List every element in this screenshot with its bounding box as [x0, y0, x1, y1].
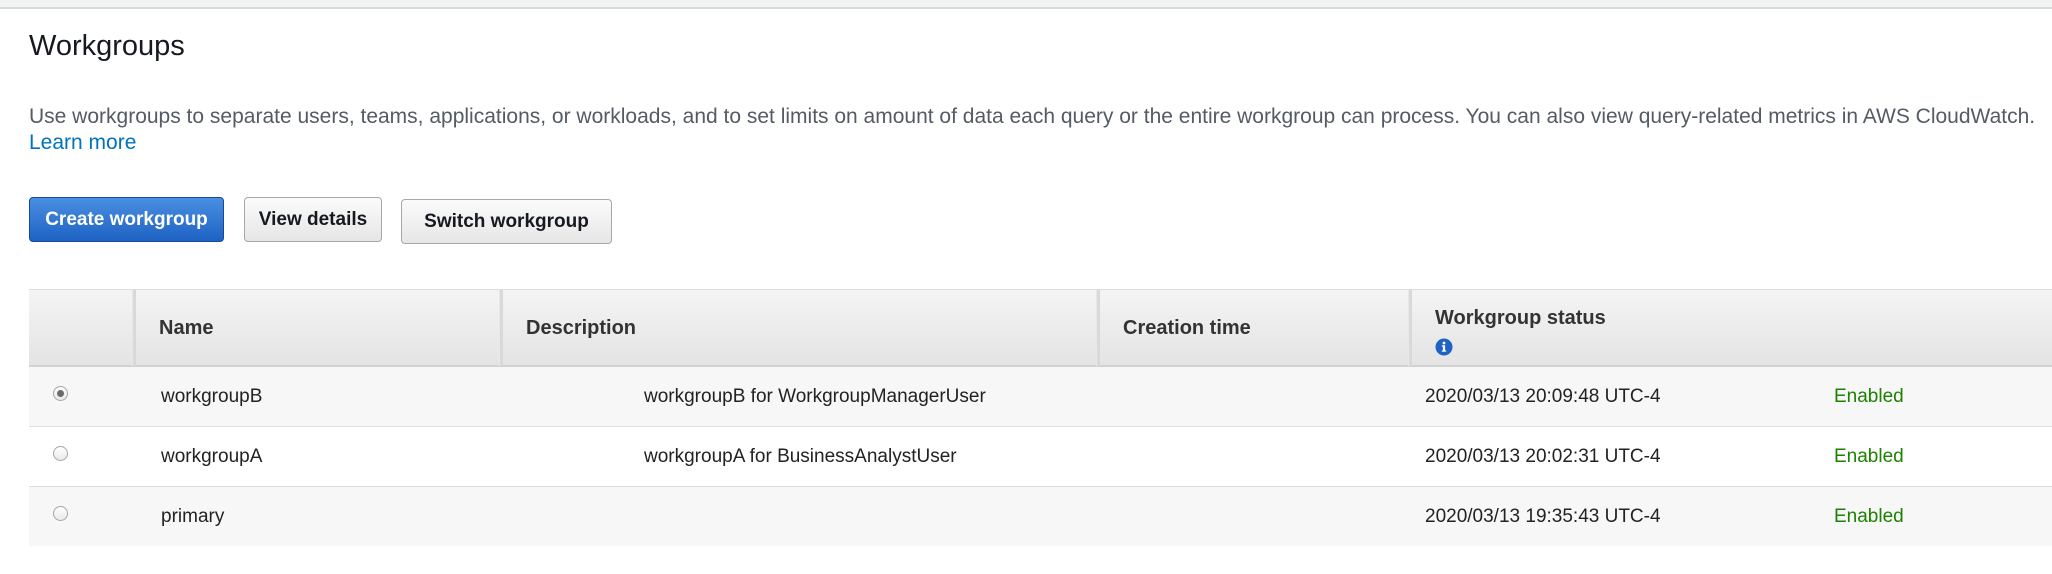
view-details-button[interactable]: View details — [244, 197, 382, 242]
top-border — [0, 0, 2052, 9]
create-workgroup-button[interactable]: Create workgroup — [29, 197, 224, 242]
row-status: Enabled — [1834, 505, 1904, 527]
table-row[interactable]: workgroupB workgroupB for WorkgroupManag… — [29, 367, 2052, 427]
info-icon[interactable] — [1435, 338, 1453, 356]
header-status-label: Workgroup status — [1435, 306, 1606, 329]
row-description: workgroupA for BusinessAnalystUser — [644, 445, 957, 467]
row-creation-time: 2020/03/13 20:02:31 UTC-4 — [1425, 445, 1661, 467]
header-name[interactable]: Name — [136, 290, 499, 366]
workgroups-table: Name Description Creation time Workgroup… — [29, 289, 2052, 546]
table-header: Name Description Creation time Workgroup… — [29, 289, 2052, 367]
table-row[interactable]: workgroupA workgroupA for BusinessAnalys… — [29, 427, 2052, 487]
row-name: workgroupA — [161, 445, 263, 467]
row-status: Enabled — [1834, 385, 1904, 407]
row-status: Enabled — [1834, 445, 1904, 467]
header-workgroup-status[interactable]: Workgroup status — [1412, 290, 2052, 366]
row-description: workgroupB for WorkgroupManagerUser — [644, 385, 986, 407]
header-description[interactable]: Description — [503, 290, 1096, 366]
row-creation-time: 2020/03/13 20:09:48 UTC-4 — [1425, 385, 1661, 407]
row-name: workgroupB — [161, 385, 263, 407]
row-select-radio[interactable] — [53, 506, 68, 521]
page-title: Workgroups — [29, 30, 185, 62]
learn-more-link[interactable]: Learn more — [29, 130, 136, 155]
header-creation-time[interactable]: Creation time — [1100, 290, 1408, 366]
row-select-radio[interactable] — [53, 386, 68, 401]
switch-workgroup-button[interactable]: Switch workgroup — [401, 199, 612, 244]
page-description: Use workgroups to separate users, teams,… — [29, 105, 2036, 128]
row-select-radio[interactable] — [53, 446, 68, 461]
row-creation-time: 2020/03/13 19:35:43 UTC-4 — [1425, 505, 1661, 527]
header-select-column — [29, 290, 132, 366]
table-row[interactable]: primary 2020/03/13 19:35:43 UTC-4 Enable… — [29, 487, 2052, 546]
row-name: primary — [161, 505, 225, 527]
